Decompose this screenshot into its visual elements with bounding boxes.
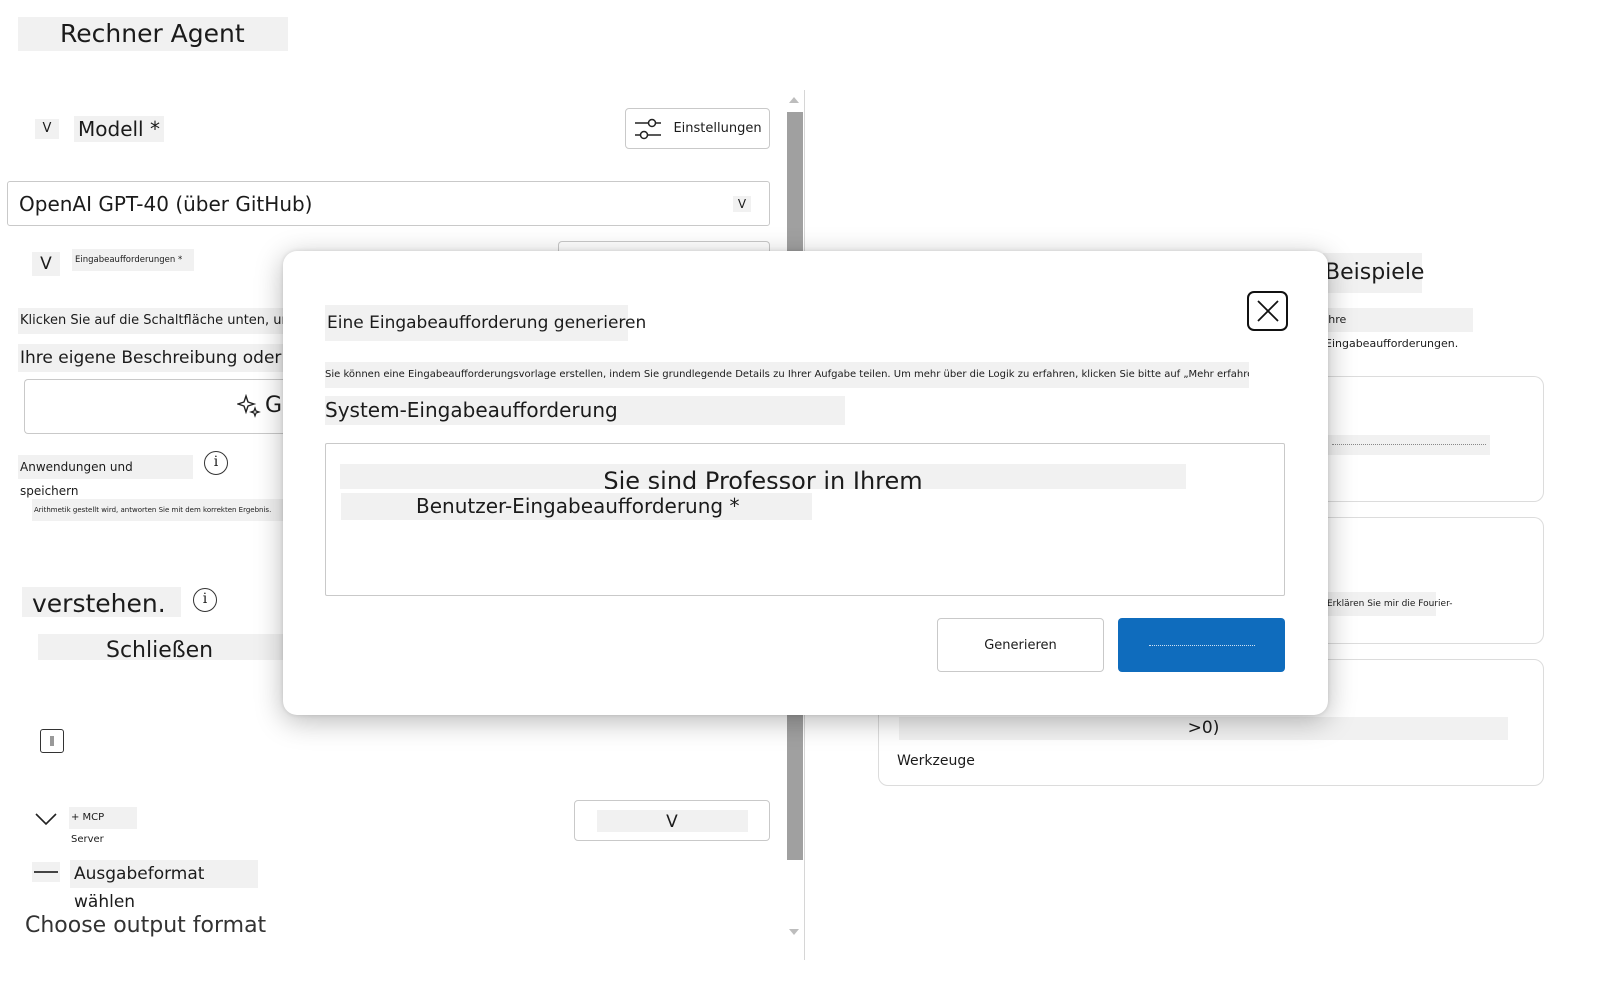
close-button[interactable] (1247, 291, 1288, 331)
system-prompt-label: System-Eingabeaufforderung (325, 396, 845, 425)
textarea-line1: Sie sind Professor in Ihrem (340, 464, 1186, 489)
dialog-title: Eine Eingabeaufforderung generieren (325, 305, 646, 341)
primary-button-label (1148, 644, 1255, 646)
textarea-line2: Benutzer-Eingabeaufforderung * (341, 493, 812, 520)
primary-action-button[interactable] (1118, 618, 1285, 672)
close-icon (1256, 300, 1279, 322)
generate-button[interactable]: Generieren (937, 618, 1104, 672)
system-prompt-textarea[interactable]: Sie sind Professor in Ihrem Benutzer-Ein… (325, 443, 1285, 596)
dialog-description: Sie können eine Eingabeaufforderungsvorl… (325, 362, 1249, 388)
